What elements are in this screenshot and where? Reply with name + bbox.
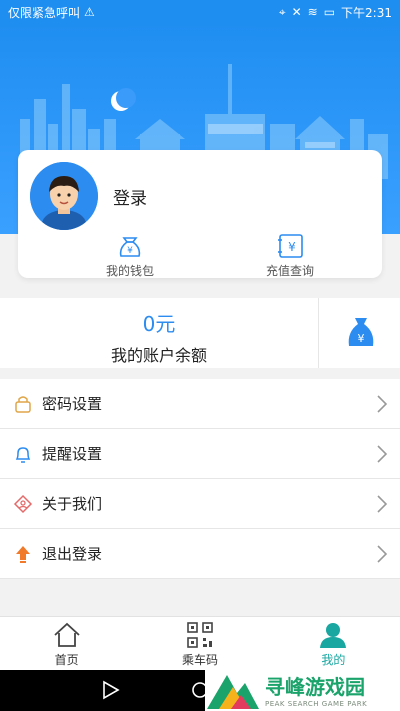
location-icon: ⌖	[278, 4, 286, 19]
menu-item-about[interactable]: 关于我们	[0, 479, 400, 529]
menu-item-label: 密码设置	[42, 395, 103, 413]
back-icon[interactable]	[103, 680, 120, 700]
qr-code-icon	[187, 622, 213, 648]
menu-item-label: 提醒设置	[42, 445, 103, 463]
bottom-tab-bar: 首页 乘车码 我的	[0, 616, 400, 670]
mute-icon: ✕	[291, 5, 302, 19]
info-icon	[12, 493, 34, 515]
recharge-label: 充值查询	[265, 264, 314, 278]
wifi-icon: ≋	[307, 5, 318, 19]
chevron-right-icon	[377, 495, 388, 513]
status-text: 仅限紧急呼叫	[8, 5, 81, 20]
tab-ride-code-label: 乘车码	[181, 653, 218, 667]
chevron-right-icon	[377, 545, 388, 563]
avatar-illustration	[30, 162, 98, 230]
menu-item-reminder[interactable]: 提醒设置	[0, 429, 400, 479]
watermark: 寻峰游戏园 PEAK SEARCH GAME PARK	[205, 667, 400, 711]
status-bar: 仅限紧急呼叫 ⚠ ⌖ ✕ ≋ ▭ 下午2:31	[0, 0, 400, 24]
svg-text:¥: ¥	[288, 240, 296, 254]
watermark-subtitle: PEAK SEARCH GAME PARK	[265, 699, 368, 708]
balance-amount: 0元	[142, 312, 176, 336]
balance-label: 我的账户余额	[110, 346, 207, 365]
battery-icon: ▭	[323, 5, 336, 19]
login-link[interactable]: 登录	[113, 184, 147, 209]
avatar[interactable]	[30, 162, 98, 230]
wallet-icon: ¥	[119, 237, 141, 257]
menu-item-label: 退出登录	[42, 545, 103, 563]
menu-item-label: 关于我们	[42, 495, 103, 513]
recharge-query-button[interactable]: ¥ 充值查询	[230, 230, 350, 279]
logout-icon	[12, 543, 34, 565]
tab-mine[interactable]: 我的	[267, 617, 400, 670]
status-time: 下午2:31	[341, 5, 392, 20]
lock-icon	[12, 393, 34, 415]
tab-home[interactable]: 首页	[0, 617, 133, 670]
my-wallet-button[interactable]: ¥ 我的钱包	[70, 230, 190, 279]
wallet-label: 我的钱包	[105, 264, 154, 278]
home-icon	[54, 622, 80, 647]
bell-icon	[12, 443, 34, 465]
recharge-icon: ¥	[278, 234, 303, 258]
tab-ride-code[interactable]: 乘车码	[133, 617, 266, 670]
menu-item-password[interactable]: 密码设置	[0, 379, 400, 429]
chevron-right-icon	[377, 395, 388, 413]
menu-item-logout[interactable]: 退出登录	[0, 529, 400, 579]
user-icon	[320, 623, 347, 648]
svg-text:¥: ¥	[358, 332, 365, 345]
warning-icon: ⚠	[84, 5, 95, 19]
watermark-title: 寻峰游戏园	[265, 674, 365, 699]
svg-text:¥: ¥	[127, 246, 133, 256]
money-bag-icon[interactable]: ¥	[345, 316, 377, 350]
watermark-logo	[207, 675, 259, 709]
profile-card: 登录 ¥ 我的钱包 ¥ 充值查询	[18, 150, 382, 278]
tab-home-label: 首页	[54, 653, 79, 667]
settings-menu: 密码设置 提醒设置 关于我们 退出登录	[0, 379, 400, 579]
divider	[318, 298, 319, 368]
chevron-right-icon	[377, 445, 388, 463]
tab-mine-label: 我的	[321, 653, 346, 667]
balance-panel: 0元 我的账户余额 ¥	[0, 298, 400, 368]
